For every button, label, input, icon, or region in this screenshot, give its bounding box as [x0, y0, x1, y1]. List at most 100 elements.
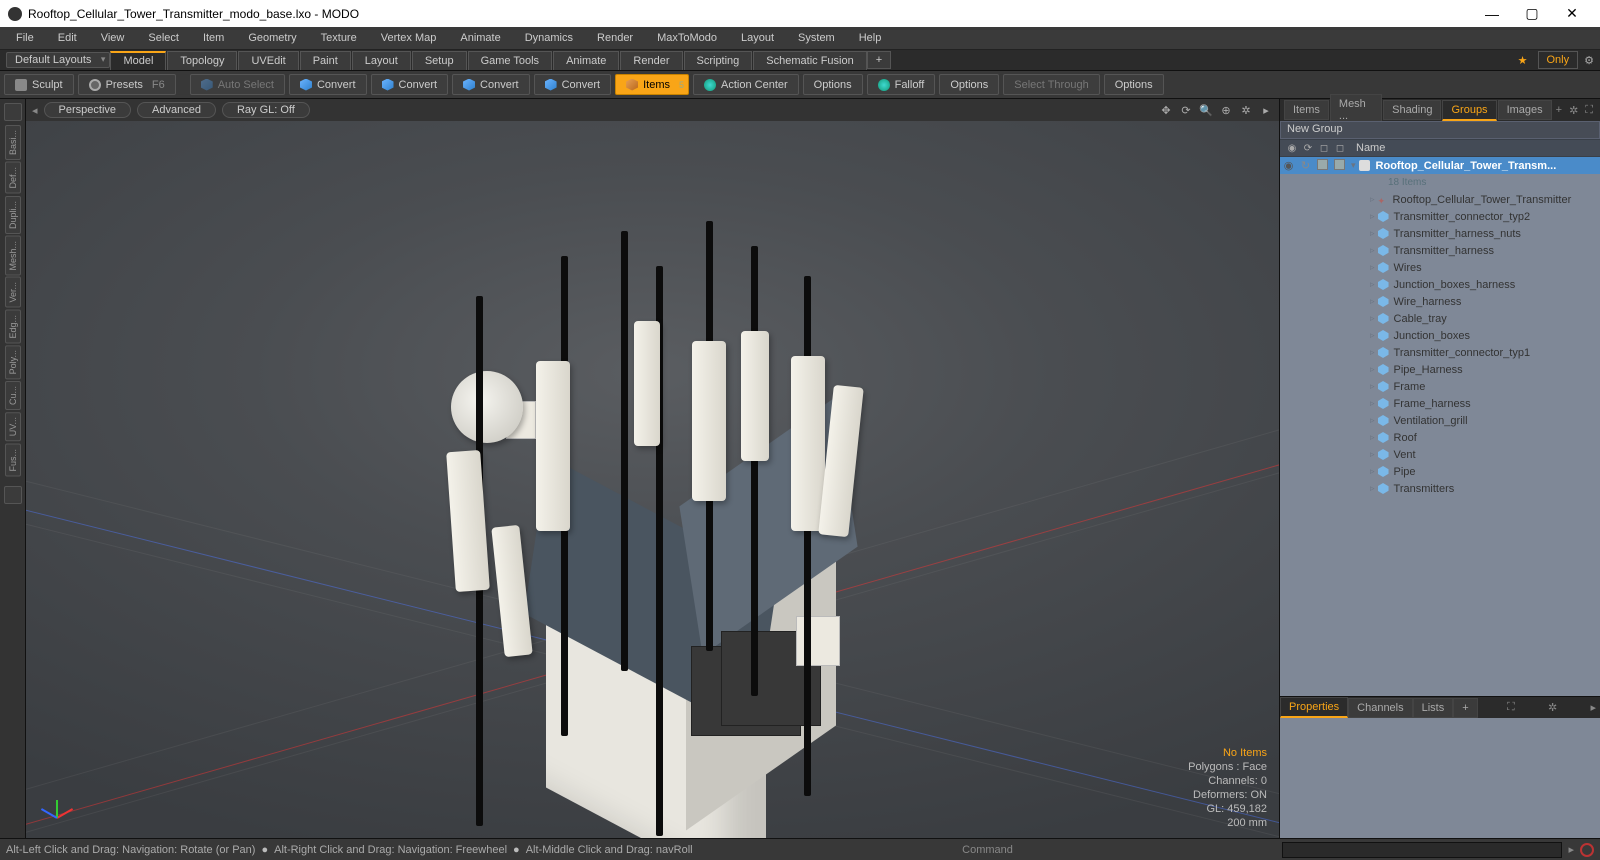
- layout-add-button[interactable]: +: [867, 51, 891, 69]
- prop-tool-icon[interactable]: ✲: [1544, 701, 1561, 714]
- sculpt-button[interactable]: Sculpt: [4, 74, 74, 95]
- left-tab[interactable]: Basi...: [5, 125, 21, 160]
- menu-render[interactable]: Render: [585, 29, 645, 47]
- star-icon[interactable]: ★: [1518, 54, 1528, 67]
- viewport-tool-icon[interactable]: 🔍: [1199, 104, 1213, 117]
- viewport-advanced-tab[interactable]: Advanced: [137, 102, 216, 118]
- convert-button-1[interactable]: Convert: [289, 74, 367, 95]
- menu-vertex-map[interactable]: Vertex Map: [369, 29, 449, 47]
- tree-root[interactable]: ◉↻ ▾ Rooftop_Cellular_Tower_Transm...: [1280, 157, 1600, 174]
- new-group-button[interactable]: New Group: [1280, 121, 1600, 139]
- convert-button-3[interactable]: Convert: [452, 74, 530, 95]
- tree-item[interactable]: ▹Pipe_Harness: [1280, 361, 1600, 378]
- autoselect-button[interactable]: Auto Select: [190, 74, 285, 95]
- tree-item[interactable]: ▹Junction_boxes_harness: [1280, 276, 1600, 293]
- prop-add-button[interactable]: +: [1453, 698, 1477, 718]
- menu-dynamics[interactable]: Dynamics: [513, 29, 585, 47]
- viewport-tool-icon[interactable]: ✥: [1159, 104, 1173, 117]
- gear-icon[interactable]: ⚙: [1584, 54, 1594, 67]
- layout-tab-render[interactable]: Render: [620, 51, 682, 70]
- tree-item[interactable]: ▹Rooftop_Cellular_Tower_Transmitter: [1280, 191, 1600, 208]
- menu-texture[interactable]: Texture: [309, 29, 369, 47]
- panel-tool-icon[interactable]: ✲: [1566, 104, 1581, 117]
- menu-maxtomodo[interactable]: MaxToModo: [645, 29, 729, 47]
- minimize-button[interactable]: —: [1472, 6, 1512, 22]
- prop-tool-icon[interactable]: ▸: [1586, 701, 1600, 714]
- menu-animate[interactable]: Animate: [448, 29, 512, 47]
- tree-item[interactable]: ▹Cable_tray: [1280, 310, 1600, 327]
- layout-tab-scripting[interactable]: Scripting: [684, 51, 753, 70]
- tree-item[interactable]: ▹Pipe: [1280, 463, 1600, 480]
- falloff-button[interactable]: Falloff: [867, 74, 936, 95]
- layout-tab-game-tools[interactable]: Game Tools: [468, 51, 553, 70]
- viewport-tool-icon[interactable]: ✲: [1239, 104, 1253, 117]
- col4-header-icon[interactable]: ◻: [1332, 143, 1348, 154]
- menu-view[interactable]: View: [89, 29, 137, 47]
- item-tree[interactable]: ◉↻ ▾ Rooftop_Cellular_Tower_Transm... 18…: [1280, 157, 1600, 696]
- viewport-tool-icon[interactable]: ⊕: [1219, 104, 1233, 117]
- left-tab[interactable]: Fus...: [5, 444, 21, 477]
- tree-item[interactable]: ▹Ventilation_grill: [1280, 412, 1600, 429]
- action-center-button[interactable]: Action Center: [693, 74, 799, 95]
- tree-header-name[interactable]: Name: [1348, 142, 1600, 154]
- menu-item[interactable]: Item: [191, 29, 236, 47]
- menu-select[interactable]: Select: [136, 29, 191, 47]
- layout-tab-schematic-fusion[interactable]: Schematic Fusion: [753, 51, 866, 70]
- select-through-button[interactable]: Select Through: [1003, 74, 1099, 95]
- layout-tab-layout[interactable]: Layout: [352, 51, 411, 70]
- layout-tab-setup[interactable]: Setup: [412, 51, 467, 70]
- layout-dropdown[interactable]: Default Layouts: [6, 52, 110, 68]
- viewport-raygl-tab[interactable]: Ray GL: Off: [222, 102, 310, 118]
- options-button-2[interactable]: Options: [939, 74, 999, 95]
- presets-button[interactable]: PresetsF6: [78, 74, 176, 95]
- menu-help[interactable]: Help: [847, 29, 894, 47]
- left-tab[interactable]: Edg...: [5, 310, 21, 344]
- prop-tab-properties[interactable]: Properties: [1280, 697, 1348, 718]
- tree-item[interactable]: ▹Roof: [1280, 429, 1600, 446]
- convert-button-2[interactable]: Convert: [371, 74, 449, 95]
- left-tab[interactable]: Def...: [5, 162, 21, 194]
- options-button-3[interactable]: Options: [1104, 74, 1164, 95]
- layout-tab-topology[interactable]: Topology: [167, 51, 237, 70]
- left-tool-button[interactable]: [4, 486, 22, 504]
- col3-header-icon[interactable]: ◻: [1316, 143, 1332, 154]
- left-tool-button[interactable]: [4, 103, 22, 121]
- only-button[interactable]: Only: [1538, 51, 1579, 69]
- left-tab[interactable]: Poly...: [5, 345, 21, 379]
- panel-tab-shading[interactable]: Shading: [1383, 100, 1441, 120]
- layout-tab-animate[interactable]: Animate: [553, 51, 619, 70]
- tree-item[interactable]: ▹Transmitter_harness_nuts: [1280, 225, 1600, 242]
- tree-item[interactable]: ▹Transmitter_connector_typ2: [1280, 208, 1600, 225]
- tree-item[interactable]: ▹Junction_boxes: [1280, 327, 1600, 344]
- viewport-tool-icon[interactable]: ▸: [1259, 104, 1273, 117]
- prop-tab-lists[interactable]: Lists: [1413, 698, 1454, 718]
- prop-tab-channels[interactable]: Channels: [1348, 698, 1412, 718]
- eye-header-icon[interactable]: ◉: [1284, 143, 1300, 154]
- left-tab[interactable]: Cu...: [5, 381, 21, 410]
- menu-geometry[interactable]: Geometry: [236, 29, 308, 47]
- tree-item[interactable]: ▹Frame_harness: [1280, 395, 1600, 412]
- viewport-tool-icon[interactable]: ⟳: [1179, 104, 1193, 117]
- chevron-right-icon[interactable]: ▸: [1568, 843, 1574, 856]
- left-tab[interactable]: Mesh...: [5, 236, 21, 276]
- record-icon[interactable]: [1580, 843, 1594, 857]
- menu-layout[interactable]: Layout: [729, 29, 786, 47]
- left-tab[interactable]: Dupli...: [5, 196, 21, 234]
- tree-item[interactable]: ▹Vent: [1280, 446, 1600, 463]
- left-tab[interactable]: UV...: [5, 412, 21, 441]
- panel-tab-images[interactable]: Images: [1498, 100, 1552, 120]
- close-button[interactable]: ✕: [1552, 5, 1592, 22]
- options-button-1[interactable]: Options: [803, 74, 863, 95]
- maximize-button[interactable]: ▢: [1512, 5, 1552, 22]
- panel-tool-icon[interactable]: +: [1553, 104, 1565, 116]
- menu-edit[interactable]: Edit: [46, 29, 89, 47]
- panel-tab-groups[interactable]: Groups: [1442, 100, 1496, 121]
- menu-system[interactable]: System: [786, 29, 847, 47]
- panel-tool-icon[interactable]: ⛶: [1582, 104, 1596, 117]
- left-tab[interactable]: Ver...: [5, 277, 21, 308]
- layout-tab-uvedit[interactable]: UVEdit: [238, 51, 298, 70]
- items-button[interactable]: Items: [615, 74, 689, 95]
- menu-file[interactable]: File: [4, 29, 46, 47]
- tree-item[interactable]: ▹Transmitters: [1280, 480, 1600, 497]
- convert-button-4[interactable]: Convert: [534, 74, 612, 95]
